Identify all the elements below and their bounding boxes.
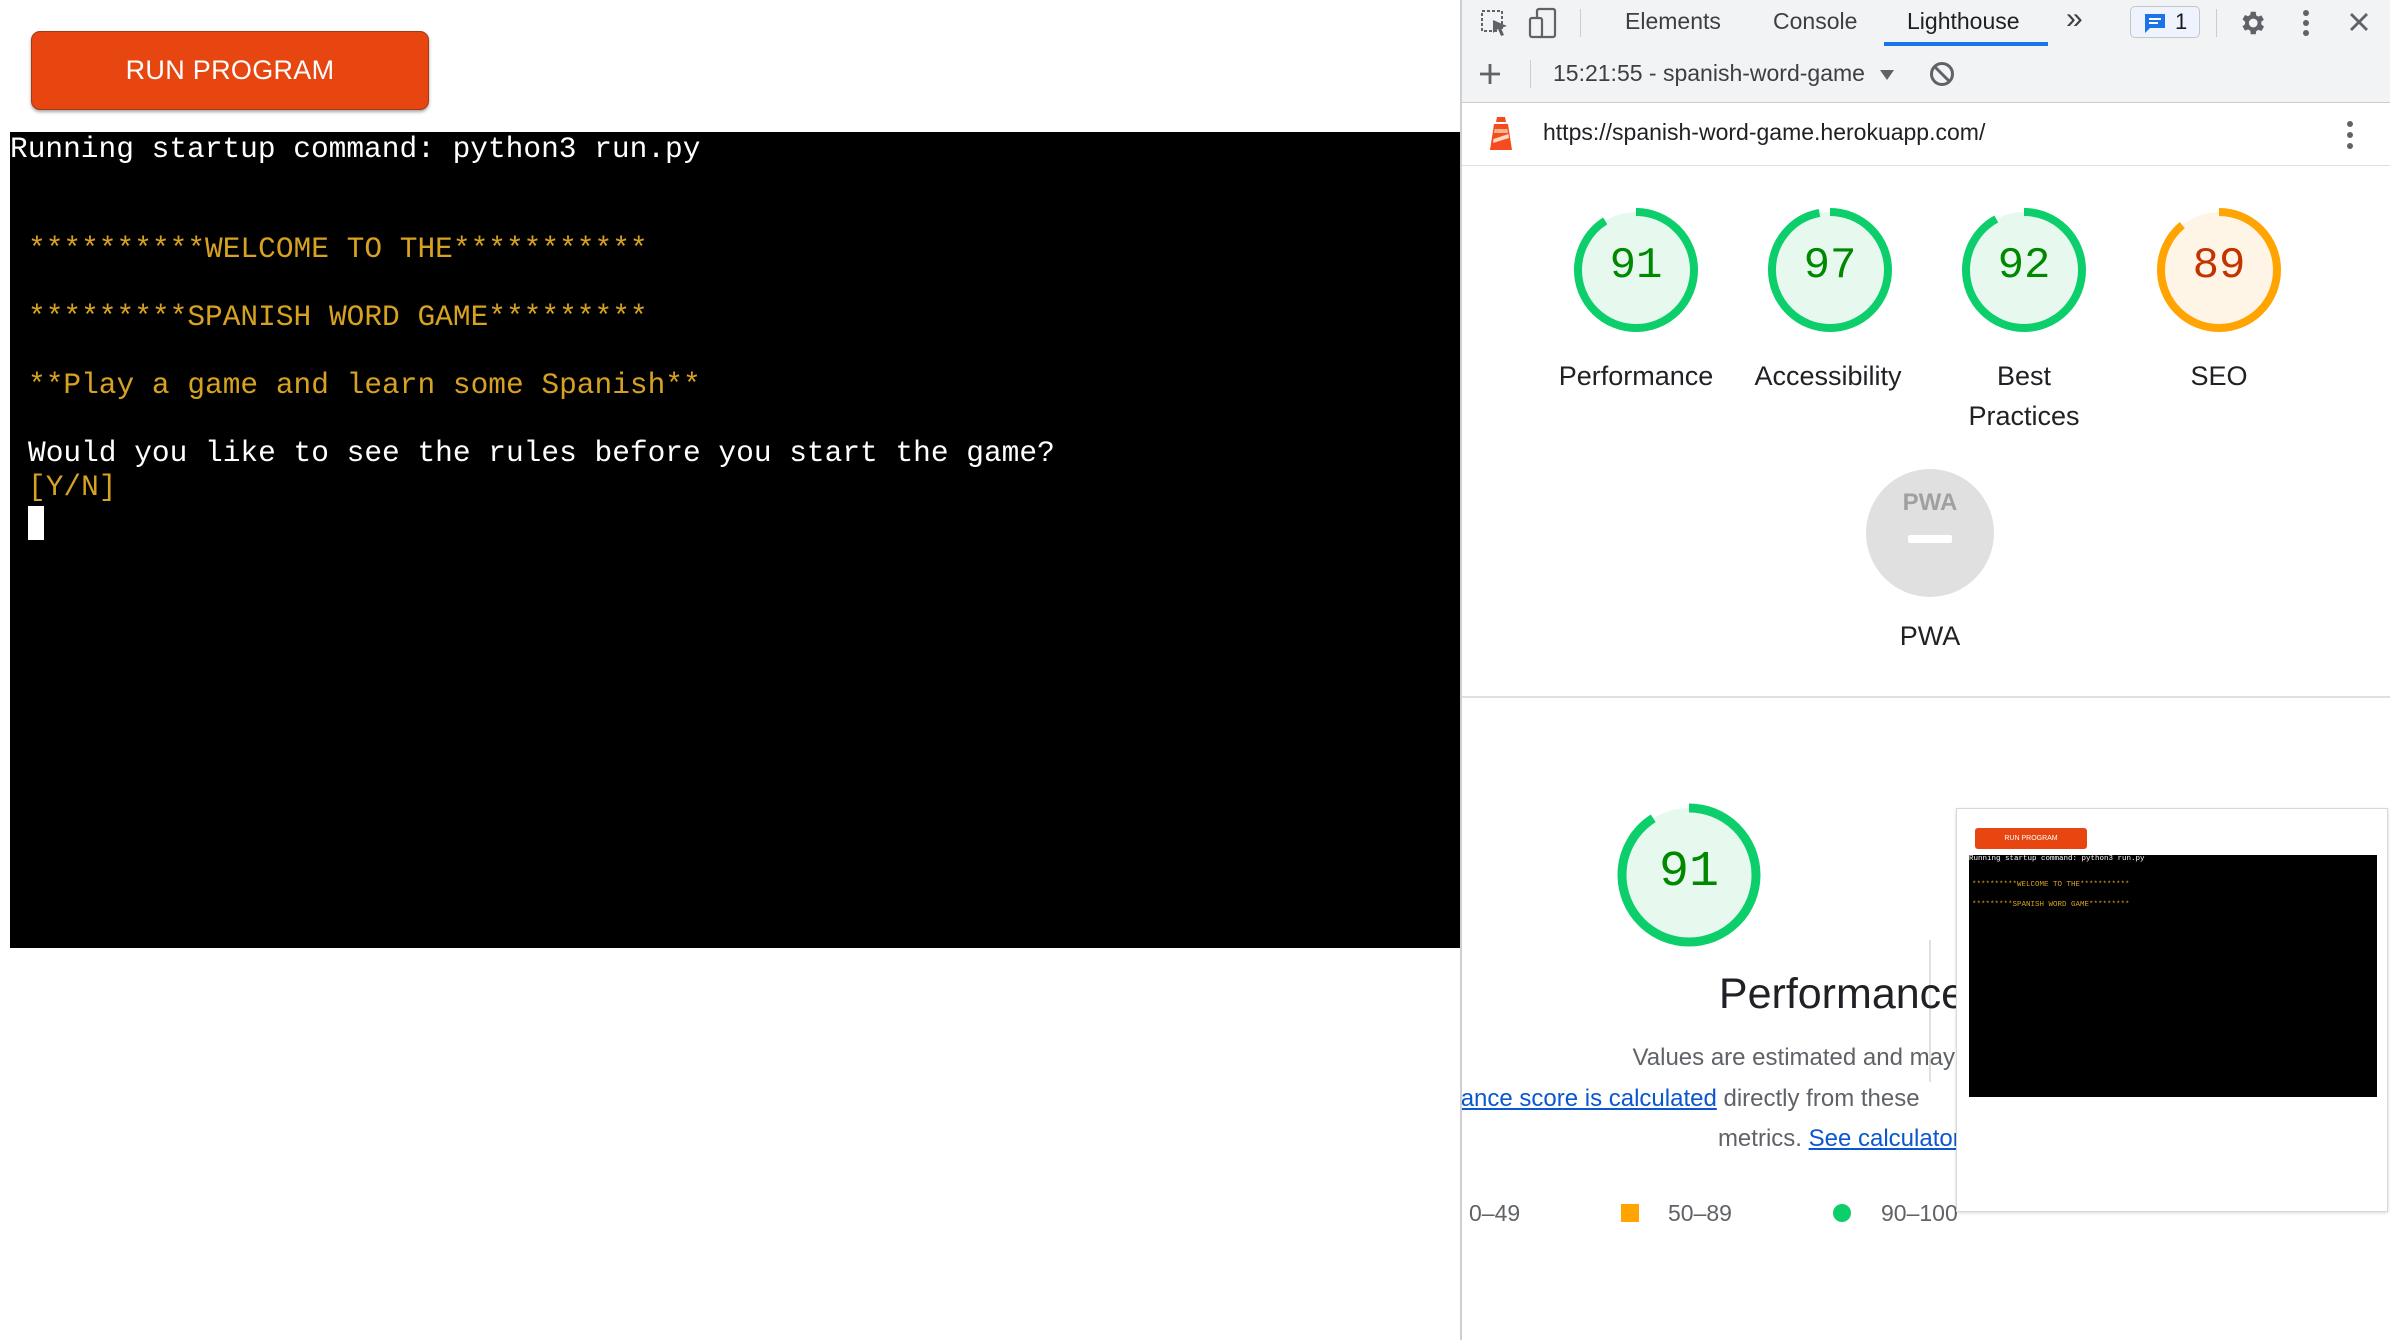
thumbnail-line-1: Running startup command: python3 run.py	[1969, 855, 2145, 863]
legend-pass-icon	[1832, 1203, 1852, 1228]
terminal-cursor	[28, 506, 44, 540]
inspect-element-icon[interactable]	[1480, 9, 1510, 43]
legend-average-range: 50–89	[1668, 1200, 1732, 1226]
close-devtools-icon[interactable]	[2347, 10, 2371, 40]
tab-elements[interactable]: Elements	[1625, 8, 1721, 35]
thumbnail-terminal: Running startup command: python3 run.py …	[1969, 855, 2377, 1097]
device-toolbar-icon[interactable]	[1528, 7, 1558, 45]
report-menu-icon[interactable]	[2344, 119, 2356, 156]
run-program-button[interactable]: RUN PROGRAM	[31, 31, 429, 110]
terminal-welcome-line-1: **********WELCOME TO THE***********	[28, 232, 648, 266]
tab-console[interactable]: Console	[1773, 8, 1857, 35]
gauge-best-practices-score: 92	[1997, 241, 2051, 291]
new-report-plus-icon[interactable]	[1478, 62, 1502, 91]
terminal[interactable]: Running startup command: python3 run.py …	[10, 132, 1460, 948]
lighthouse-logo-icon	[1488, 117, 1514, 156]
issues-count: 1	[2175, 9, 2188, 34]
tab-lighthouse[interactable]: Lighthouse	[1907, 8, 2020, 35]
clear-reports-icon[interactable]	[1928, 60, 1956, 93]
gauge-best-practices-label: Best Practices	[1968, 361, 2080, 431]
gauge-performance-score: 91	[1609, 241, 1663, 291]
metrics-text: metrics.	[1717, 1125, 1809, 1152]
performance-detail-score: 91	[1658, 844, 1719, 901]
message-icon	[2143, 12, 2167, 40]
gauge-seo-score: 89	[2192, 241, 2246, 291]
score-calculated-link[interactable]: performance score is calculated	[1462, 1085, 1717, 1112]
gauge-performance[interactable]: 91	[1571, 205, 1701, 335]
terminal-prompt: [Y/N]	[28, 470, 117, 504]
gauge-pwa-label: PWA	[1899, 621, 1961, 651]
report-selector[interactable]: 15:21:55 - spanish-word-game	[1553, 60, 1895, 87]
gauge-performance-label: Performance	[1558, 361, 1714, 391]
gauge-best-practices-ring-wrap[interactable]: 92	[1959, 205, 2089, 335]
performance-detail-gauge: 91	[1614, 800, 1764, 950]
gauge-pwa[interactable]: PWA	[1865, 468, 1995, 598]
dropdown-arrow-icon	[1879, 60, 1895, 87]
legend-fail-icon	[1460, 1203, 1462, 1228]
see-calculator-link[interactable]: See calculator.	[1809, 1125, 1966, 1152]
section-divider	[1462, 696, 2390, 698]
devtools-tab-bar: Elements Console Lighthouse » 1	[1462, 0, 2390, 47]
legend-fail-range: 0–49	[1469, 1200, 1521, 1226]
legend-pass-range: 90–100	[1881, 1200, 1958, 1226]
gauge-accessibility-label: Accessibility	[1754, 361, 1902, 391]
terminal-startup-line: Running startup command: python3 run.py	[10, 132, 701, 166]
report-url[interactable]: https://spanish-word-game.herokuapp.com/	[1543, 119, 1985, 146]
settings-gear-icon[interactable]	[2237, 8, 2267, 44]
devtools-panel: Elements Console Lighthouse » 1 15:21:55…	[1460, 0, 2390, 1340]
gauge-seo[interactable]: 89	[2154, 205, 2284, 335]
terminal-welcome-line-2: *********SPANISH WORD GAME*********	[28, 300, 648, 334]
lighthouse-toolbar: 15:21:55 - spanish-word-game	[1462, 46, 2390, 103]
thumbnail-run-button: RUN PROGRAM	[1975, 828, 2087, 849]
svg-text:PWA: PWA	[1903, 489, 1958, 516]
app-page: RUN PROGRAM Running startup command: pyt…	[0, 0, 1460, 1340]
report-url-bar: https://spanish-word-game.herokuapp.com/	[1462, 103, 2390, 166]
issues-badge[interactable]: 1	[2130, 6, 2200, 38]
thumbnail-line-2: **********WELCOME TO THE***********	[1972, 881, 2130, 889]
more-options-icon[interactable]	[2300, 8, 2312, 44]
pwa-icon: PWA	[1866, 469, 1994, 597]
thumbnail-line-3: *********SPANISH WORD GAME*********	[1972, 901, 2130, 909]
gauge-accessibility-score: 97	[1803, 241, 1857, 291]
terminal-question: Would you like to see the rules before y…	[28, 436, 1055, 470]
performance-description-tail: directly from these	[1716, 1085, 1920, 1112]
terminal-tagline: **Play a game and learn some Spanish**	[28, 368, 701, 402]
gauge-accessibility[interactable]: 97	[1765, 205, 1895, 335]
report-selector-label: 15:21:55 - spanish-word-game	[1553, 60, 1865, 86]
legend-average-icon	[1620, 1203, 1640, 1228]
more-tabs-icon[interactable]: »	[2066, 2, 2083, 36]
gauge-seo-label: SEO	[2190, 361, 2248, 391]
page-screenshot-thumbnail[interactable]: RUN PROGRAM Running startup command: pyt…	[1956, 808, 2388, 1212]
